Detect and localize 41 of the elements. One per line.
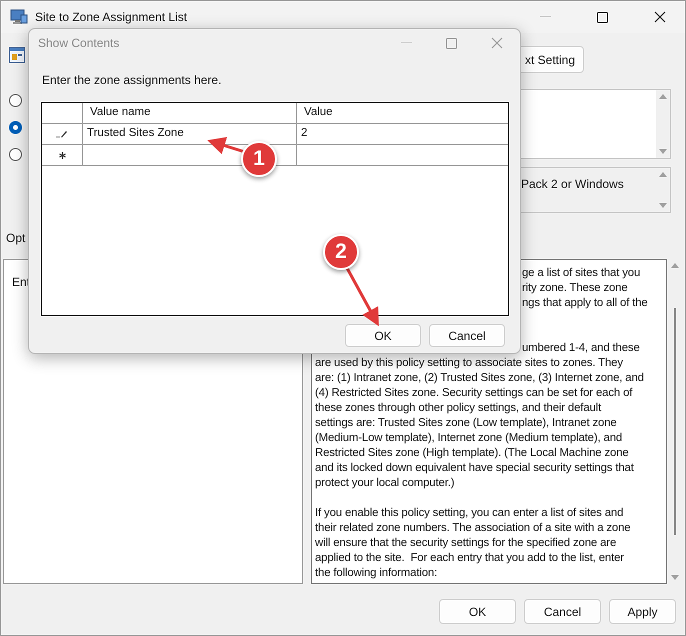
dialog-button[interactable]: Cancel: [429, 324, 505, 347]
computer-icon: [10, 9, 28, 25]
help-text-fragment: rity zone. These zone: [522, 281, 628, 296]
radio-button[interactable]: [9, 94, 22, 107]
table-cell[interactable]: 2: [301, 125, 308, 143]
help-text-fragment: ngs that apply to all of the: [522, 296, 648, 311]
minimize-icon[interactable]: [401, 42, 412, 44]
asterisk-icon: [58, 152, 66, 158]
scroll-up-icon[interactable]: [671, 263, 679, 268]
close-icon[interactable]: [654, 11, 666, 23]
footer-button[interactable]: Apply: [609, 599, 676, 624]
dialog-prompt: Enter the zone assignments here.: [42, 72, 222, 89]
window-title: Site to Zone Assignment List: [35, 9, 188, 26]
settings-page-icon: [9, 47, 25, 63]
radio-button[interactable]: [9, 148, 22, 161]
table-cell[interactable]: Trusted Sites Zone: [87, 125, 184, 143]
maximize-icon[interactable]: [597, 12, 608, 22]
options-label: Opt: [6, 231, 26, 245]
dialog-title: Show Contents: [38, 35, 120, 52]
scroll-down-icon[interactable]: [671, 575, 679, 580]
footer-button[interactable]: Cancel: [524, 599, 601, 624]
scrollbar[interactable]: [656, 90, 670, 158]
scroll-down-icon[interactable]: [659, 149, 667, 154]
supported-on-text: Pack 2 or Windows: [521, 177, 624, 191]
minimize-icon[interactable]: [540, 16, 551, 18]
dialog-button[interactable]: OK: [345, 324, 421, 347]
scroll-up-icon[interactable]: [659, 172, 667, 177]
radio-button[interactable]: [9, 121, 22, 134]
column-header[interactable]: Value: [297, 103, 508, 123]
scroll-down-icon[interactable]: [659, 203, 667, 208]
scrollbar-thumb[interactable]: [674, 308, 676, 535]
column-header[interactable]: Value name: [83, 103, 297, 123]
help-text-fragment: ge a list of sites that you: [522, 266, 640, 281]
annotation-arrow: [346, 267, 379, 326]
help-paragraph: are used by this policy setting to associate sites to zones. They are: (1) Intranet zone, (2) Trusted Sites zone, (3) Internet zone, and (4) Restricted Sites zone. Security settings can be set for each of these zones through other policy settings, and their default settings are: Trusted Sites zone (Low template), Intranet zone (Medium-Low template), Internet zone (Medium template), and Restricted Sites zone (High template). (The Local Machine zone and its locked down equivalent have special security settings that protect your local computer.): [315, 356, 644, 491]
scroll-up-icon[interactable]: [659, 94, 667, 99]
help-text-fragment: umbered 1-4, and these: [522, 341, 640, 356]
annotation-arrow: [207, 137, 246, 154]
footer-button[interactable]: OK: [439, 599, 516, 624]
pencil-icon: [56, 130, 68, 138]
help-paragraph: If you enable this policy setting, you can enter a list of sites and their related zone numbers. The association of a site with a zone will ensure that the security settings for the specified zone are applied to the site. For each entry that you add to the list, enter the following information:: [315, 506, 630, 581]
